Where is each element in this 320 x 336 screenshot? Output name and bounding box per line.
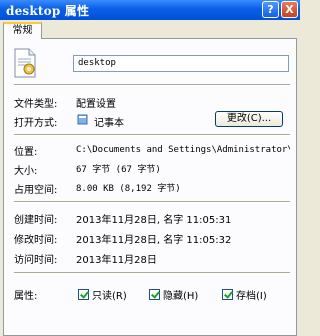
- file-type-value: 配置设置: [76, 99, 116, 110]
- tab-general[interactable]: 常规: [3, 22, 42, 39]
- location-value: C:\Documents and Settings\Administrator\…: [76, 145, 290, 155]
- readonly-checkbox[interactable]: 只读(R): [78, 287, 127, 302]
- divider: [14, 84, 290, 86]
- checkbox-checked-icon[interactable]: [78, 289, 89, 300]
- disk-size-value: 8.00 KB (8,192 字节): [76, 184, 181, 194]
- size-label: 大小:: [14, 166, 38, 177]
- open-with-value: 记事本: [94, 118, 124, 129]
- created-value: 2013年11月28日, 名字 11:05:31: [76, 215, 232, 226]
- window-title: desktop 属性: [6, 4, 90, 18]
- archive-label: 存档(I): [236, 291, 267, 302]
- checkbox-checked-icon[interactable]: [222, 289, 233, 300]
- close-button[interactable]: X: [281, 1, 298, 18]
- settings-file-icon: [14, 48, 36, 78]
- divider: [14, 134, 290, 136]
- file-type-label: 文件类型:: [14, 99, 58, 110]
- open-with-label: 打开方式:: [14, 118, 58, 129]
- checkbox-checked-icon[interactable]: [149, 289, 160, 300]
- modified-label: 修改时间:: [14, 235, 58, 246]
- notepad-icon: [77, 114, 88, 125]
- title-bar: desktop 属性 ? X: [0, 0, 300, 20]
- size-value: 67 字节 (67 字节): [76, 165, 161, 175]
- readonly-label: 只读(R): [92, 291, 127, 302]
- hidden-label: 隐藏(H): [163, 291, 199, 302]
- location-label: 位置:: [14, 147, 38, 158]
- file-name-field[interactable]: desktop: [73, 55, 289, 72]
- accessed-label: 访问时间:: [14, 255, 58, 266]
- divider: [14, 272, 290, 274]
- modified-value: 2013年11月28日, 名字 11:05:32: [76, 235, 232, 246]
- attributes-label: 属性:: [14, 291, 38, 302]
- archive-checkbox[interactable]: 存档(I): [222, 287, 267, 302]
- created-label: 创建时间:: [14, 215, 58, 226]
- change-button[interactable]: 更改(C)...: [215, 111, 283, 127]
- accessed-value: 2013年11月28日: [76, 255, 157, 266]
- help-button[interactable]: ?: [262, 1, 279, 18]
- divider: [14, 201, 290, 203]
- hidden-checkbox[interactable]: 隐藏(H): [149, 287, 198, 302]
- disk-size-label: 占用空间:: [14, 185, 58, 196]
